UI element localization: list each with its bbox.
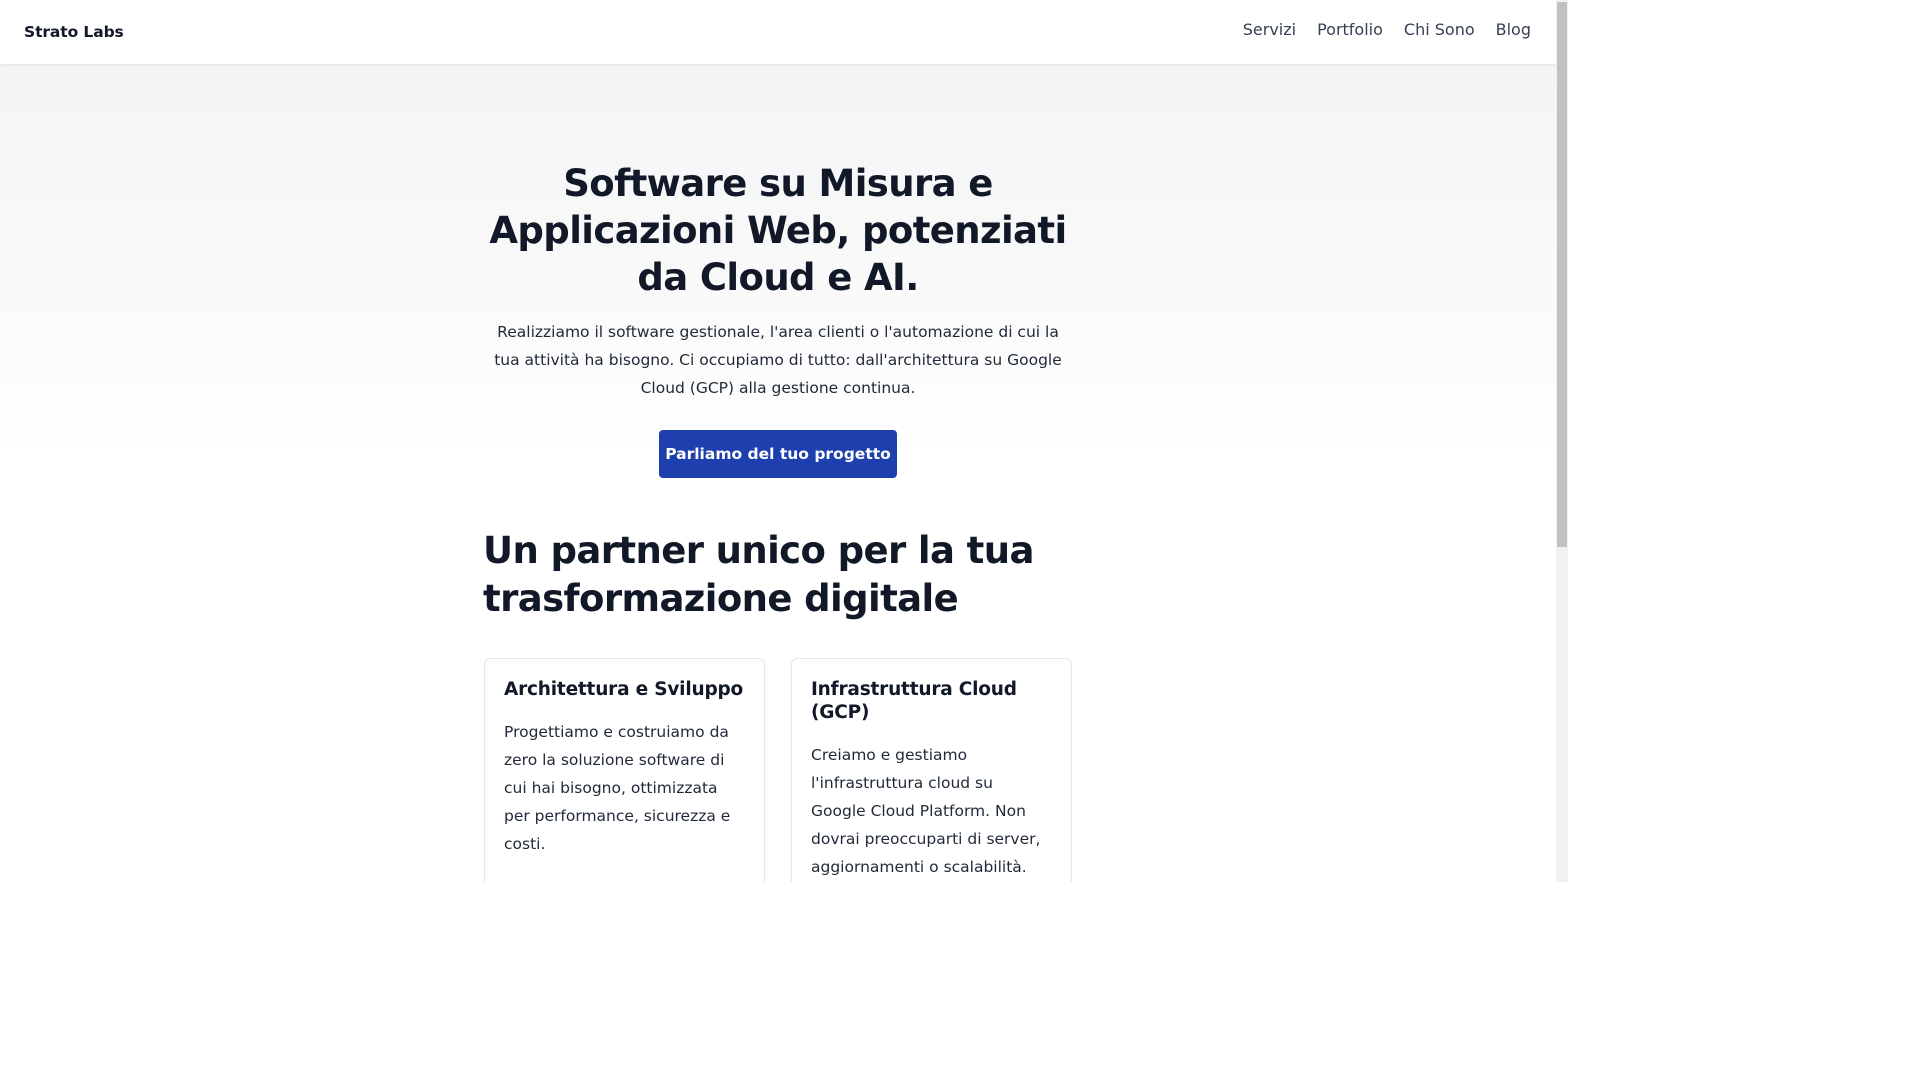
vertical-scrollbar[interactable] <box>1556 0 1568 882</box>
section-title: Un partner unico per la tua trasformazio… <box>483 529 1034 620</box>
cta-button[interactable]: Parliamo del tuo progetto <box>659 430 897 478</box>
service-card-cloud: Infrastruttura Cloud (GCP) Creiamo e ges… <box>791 658 1072 882</box>
page: Strato Labs Servizi Portfolio Chi Sono B… <box>0 0 1556 882</box>
scrollbar-thumb[interactable] <box>1557 2 1567 547</box>
services-cards: Architettura e Sviluppo Progettiamo e co… <box>484 658 1073 882</box>
browser-viewport: Strato Labs Servizi Portfolio Chi Sono B… <box>0 0 1568 882</box>
card-text: Creiamo e gestiamo l'infrastruttura clou… <box>811 746 1041 876</box>
service-card-architecture: Architettura e Sviluppo Progettiamo e co… <box>484 658 765 882</box>
hero-section: Software su Misura e Applicazioni Web, p… <box>478 160 1078 478</box>
nav-link-portfolio[interactable]: Portfolio <box>1317 20 1383 39</box>
card-title: Infrastruttura Cloud (GCP) <box>811 679 1017 723</box>
main-nav: Servizi Portfolio Chi Sono Blog <box>1243 20 1531 39</box>
site-header: Strato Labs Servizi Portfolio Chi Sono B… <box>0 0 1556 64</box>
nav-link-servizi[interactable]: Servizi <box>1243 20 1296 39</box>
hero-description: Realizziamo il software gestionale, l'ar… <box>494 323 1062 397</box>
nav-link-chi-sono[interactable]: Chi Sono <box>1404 20 1475 39</box>
brand-logo[interactable]: Strato Labs <box>24 23 124 41</box>
hero-title: Software su Misura e Applicazioni Web, p… <box>489 162 1067 299</box>
card-text: Progettiamo e costruiamo da zero la solu… <box>504 723 731 853</box>
card-title: Architettura e Sviluppo <box>504 679 744 700</box>
nav-link-blog[interactable]: Blog <box>1496 20 1531 39</box>
